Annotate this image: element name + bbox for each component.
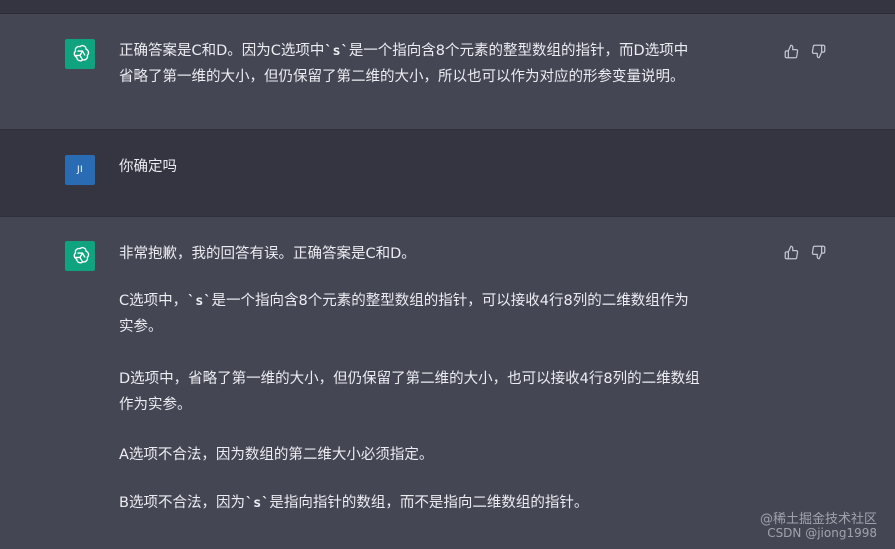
thumbs-up-button[interactable] [783, 244, 799, 260]
inline-code: `s` [244, 495, 270, 511]
message-line: 正确答案是C和D。因为C选项中`s`是一个指向含8个元素的整型数组的指针，而D选… [119, 43, 689, 59]
thumbs-up-icon [784, 245, 798, 259]
assistant-avatar [65, 241, 95, 271]
openai-logo-icon [73, 246, 90, 264]
assistant-message-text: A选项不合法，因为数组的第二维大小必须指定。 [119, 442, 779, 468]
openai-logo-icon [73, 44, 90, 62]
assistant-avatar [65, 39, 95, 69]
paragraph: 非常抱歉，我的回答有误。正确答案是C和D。 [119, 246, 416, 262]
assistant-message-text: B选项不合法，因为`s`是指向指针的数组，而不是指向二维数组的指针。 [119, 490, 779, 516]
message-line: 省略了第一维的大小，但仍保留了第二维的大小，所以也可以作为对应的形参变量说明。 [119, 69, 685, 85]
paragraph: C选项中，`s`是一个指向含8个元素的整型数组的指针，可以接收4行8列的二维数组… [119, 293, 689, 309]
paragraph-cont: 作为实参。 [119, 397, 192, 413]
thumbs-up-icon [784, 44, 798, 58]
assistant-message-text: C选项中，`s`是一个指向含8个元素的整型数组的指针，可以接收4行8列的二维数组… [119, 288, 779, 340]
top-bar [0, 0, 895, 14]
assistant-message-text: 非常抱歉，我的回答有误。正确答案是C和D。 [119, 241, 779, 267]
assistant-message-2: 非常抱歉，我的回答有误。正确答案是C和D。 C选项中，`s`是一个指向含8个元素… [0, 217, 895, 549]
paragraph-cont: 实参。 [119, 319, 163, 335]
paragraph: B选项不合法，因为`s`是指向指针的数组，而不是指向二维数组的指针。 [119, 495, 589, 511]
assistant-message-text: D选项中，省略了第一维的大小，但仍保留了第二维的大小，也可以接收4行8列的二维数… [119, 366, 779, 418]
assistant-message-1: 正确答案是C和D。因为C选项中`s`是一个指向含8个元素的整型数组的指针，而D选… [0, 14, 895, 129]
user-avatar: JI [65, 155, 95, 185]
paragraph: A选项不合法，因为数组的第二维大小必须指定。 [119, 447, 434, 463]
user-message: JI 你确定吗 [0, 130, 895, 216]
feedback-buttons [783, 43, 826, 59]
paragraph: D选项中，省略了第一维的大小，但仍保留了第二维的大小，也可以接收4行8列的二维数… [119, 371, 700, 387]
user-message-text: 你确定吗 [119, 159, 177, 175]
watermark-juejin: @稀土掘金技术社区 [759, 512, 877, 527]
thumbs-down-icon [811, 245, 825, 259]
watermark-csdn: CSDN @jiong1998 [767, 526, 877, 540]
thumbs-down-button[interactable] [810, 244, 826, 260]
feedback-buttons [783, 244, 826, 260]
thumbs-down-icon [811, 44, 825, 58]
inline-code: `s` [324, 43, 349, 59]
thumbs-up-button[interactable] [783, 43, 799, 59]
assistant-message-text: 正确答案是C和D。因为C选项中`s`是一个指向含8个元素的整型数组的指针，而D选… [119, 38, 779, 90]
inline-code: `s` [187, 293, 212, 309]
thumbs-down-button[interactable] [810, 43, 826, 59]
